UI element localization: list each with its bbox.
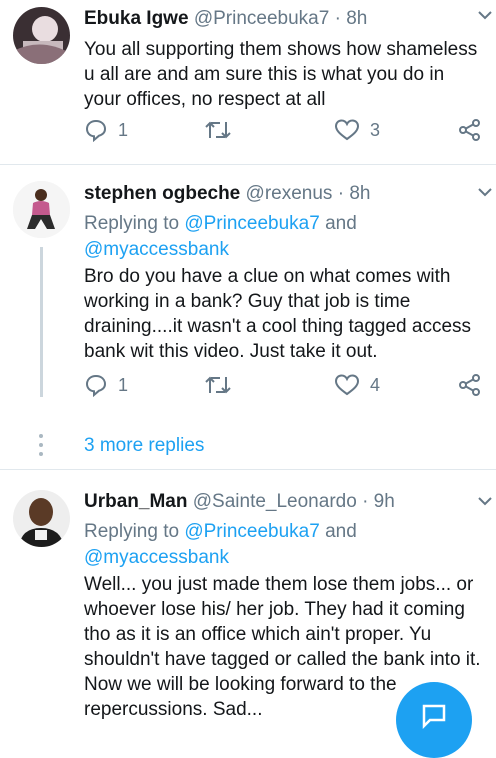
like-icon — [334, 119, 360, 141]
replying-to: Replying to @Princeebuka7 and @myaccessb… — [84, 211, 484, 263]
separator-dot: · — [337, 183, 345, 204]
caret-down-icon[interactable] — [478, 496, 492, 506]
avatar[interactable] — [13, 490, 70, 547]
author-handle[interactable]: @rexenus — [246, 183, 333, 204]
avatar-image — [13, 490, 70, 547]
author-handle[interactable]: @Sainte_Leonardo — [193, 491, 357, 512]
separator-dot: · — [334, 8, 341, 29]
mention-link[interactable]: @myaccessbank — [84, 547, 229, 568]
avatar-image — [13, 7, 70, 64]
compose-button[interactable] — [396, 682, 472, 758]
tweet-1[interactable]: Ebuka Igwe @Princeebuka7 · 8h You all su… — [0, 0, 496, 165]
thread-line — [40, 247, 43, 397]
share-icon — [459, 374, 480, 396]
tweet-2[interactable]: stephen ogbeche @rexenus · 8h Replying t… — [0, 165, 496, 423]
share-button[interactable] — [458, 373, 482, 397]
mention-link[interactable]: @Princeebuka7 — [184, 213, 319, 234]
thread-dots — [39, 434, 43, 461]
tweet-text: Bro do you have a clue on what comes wit… — [84, 266, 472, 362]
reply-button[interactable]: 1 — [84, 118, 128, 142]
share-icon — [459, 119, 480, 141]
avatar-image — [13, 181, 70, 238]
timestamp[interactable]: 8h — [346, 8, 367, 29]
timestamp[interactable]: 8h — [349, 183, 370, 204]
tweet-header: Urban_Man @Sainte_Leonardo · 9h — [84, 490, 484, 514]
replying-to: Replying to @Princeebuka7 and @myaccessb… — [84, 519, 484, 571]
like-count: 4 — [370, 374, 381, 395]
more-replies-row[interactable]: 3 more replies — [0, 423, 496, 470]
separator-dot: · — [362, 491, 369, 512]
avatar[interactable] — [13, 181, 70, 238]
reply-count: 1 — [118, 119, 129, 140]
caret-down-icon[interactable] — [478, 187, 492, 197]
retweet-button[interactable] — [204, 373, 242, 397]
share-button[interactable] — [458, 118, 482, 142]
author-handle[interactable]: @Princeebuka7 — [194, 8, 329, 29]
more-replies-link[interactable]: 3 more replies — [84, 435, 204, 457]
retweet-button[interactable] — [204, 118, 242, 142]
author-name[interactable]: Ebuka Igwe — [84, 8, 189, 29]
reply-count: 1 — [118, 374, 129, 395]
tweet-text: You all supporting them shows how shamel… — [84, 39, 478, 110]
tweet-header: stephen ogbeche @rexenus · 8h — [84, 182, 484, 206]
reply-button[interactable]: 1 — [84, 373, 128, 397]
retweet-icon — [205, 121, 231, 139]
replying-to-and: and — [319, 521, 357, 542]
reply-icon — [85, 374, 107, 397]
like-count: 3 — [370, 119, 381, 140]
like-button[interactable]: 4 — [334, 373, 380, 397]
replying-to-and: and — [319, 213, 357, 234]
caret-down-icon[interactable] — [478, 10, 492, 20]
avatar[interactable] — [13, 7, 70, 64]
like-button[interactable]: 3 — [334, 118, 380, 142]
tweet-header: Ebuka Igwe @Princeebuka7 · 8h — [84, 7, 484, 31]
reply-icon — [85, 119, 107, 142]
like-icon — [334, 374, 360, 396]
replying-to-label: Replying to — [84, 521, 185, 542]
author-name[interactable]: Urban_Man — [84, 491, 187, 512]
author-name[interactable]: stephen ogbeche — [84, 183, 240, 204]
retweet-icon — [205, 376, 231, 394]
mention-link[interactable]: @Princeebuka7 — [184, 521, 319, 542]
replying-to-label: Replying to — [84, 213, 185, 234]
compose-icon — [422, 704, 446, 730]
tweet-3[interactable]: Urban_Man @Sainte_Leonardo · 9h Replying… — [0, 470, 496, 720]
timestamp[interactable]: 9h — [374, 491, 395, 512]
mention-link[interactable]: @myaccessbank — [84, 239, 229, 260]
